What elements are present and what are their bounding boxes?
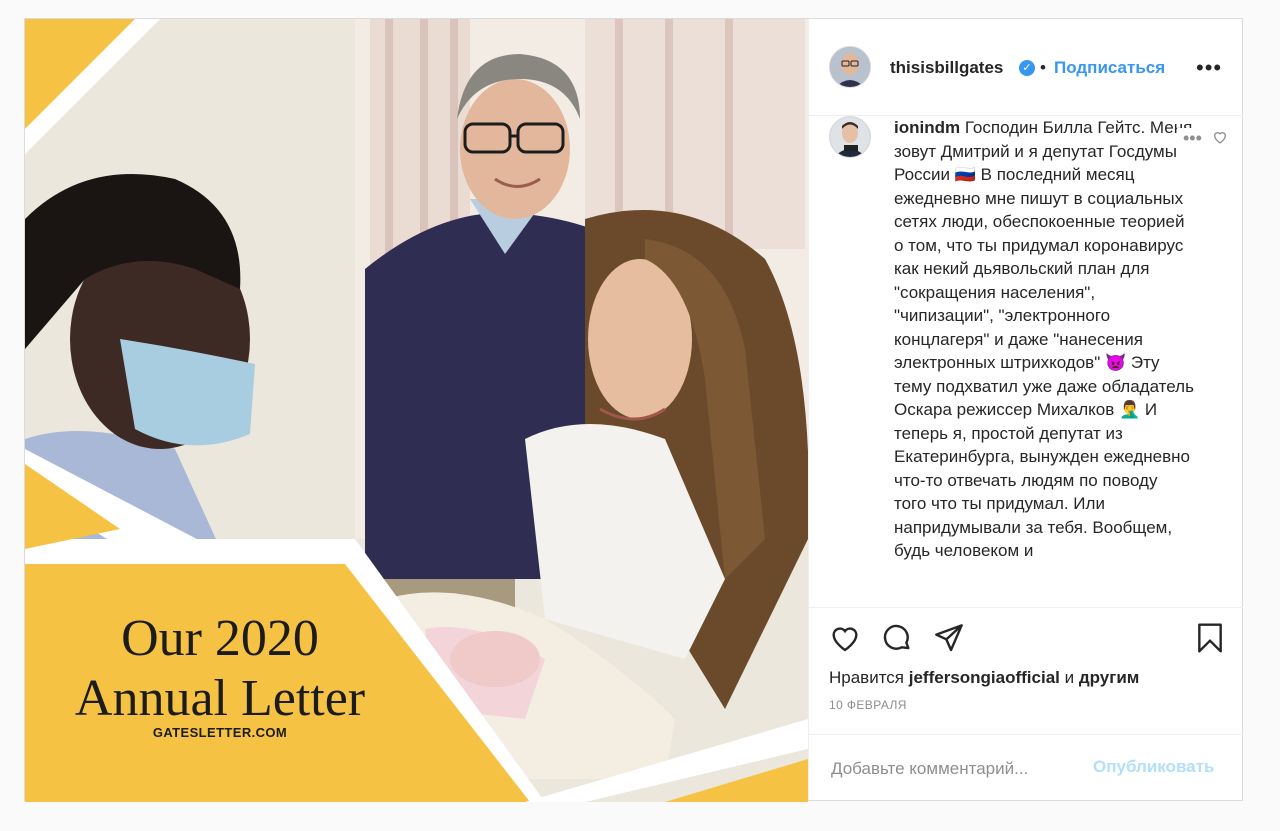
likes-others-link[interactable]: другим: [1079, 668, 1140, 687]
comment-body: ionindm Господин Билла Гейтс. Меня зовут…: [894, 116, 1194, 563]
add-comment-form: Опубликовать: [809, 734, 1243, 802]
like-heart-icon[interactable]: [829, 622, 861, 654]
annual-letter-title-line1: Our 2020: [121, 610, 319, 667]
comment-bubble-icon[interactable]: [881, 622, 913, 654]
likes-summary: Нравится jeffersongiaofficial и другим: [829, 668, 1139, 688]
author-username[interactable]: thisisbillgates: [890, 58, 1003, 78]
commenter-avatar[interactable]: [829, 116, 871, 158]
post-date[interactable]: 10 ФЕВРАЛЯ: [829, 698, 907, 712]
comment-input[interactable]: [829, 755, 1083, 783]
verified-badge-icon: ✓: [1019, 60, 1035, 76]
comment-text: Господин Билла Гейтс. Меня зовут Дмитрий…: [894, 118, 1194, 560]
comment-item: ionindm Господин Билла Гейтс. Меня зовут…: [809, 116, 1243, 606]
likes-user-link[interactable]: jeffersongiaofficial: [909, 668, 1060, 687]
post-header: thisisbillgates ✓ • Подписаться •••: [809, 19, 1243, 116]
likes-and: и: [1064, 668, 1075, 687]
post-sidebar: thisisbillgates ✓ • Подписаться ••• ioni…: [808, 19, 1243, 800]
annual-letter-title: Our 2020 Annual Letter: [55, 609, 385, 729]
comments-list[interactable]: ionindm Господин Билла Гейтс. Меня зовут…: [809, 116, 1243, 606]
likes-prefix: Нравится: [829, 668, 905, 687]
more-options-icon[interactable]: •••: [1196, 55, 1222, 81]
share-paper-plane-icon[interactable]: [933, 622, 965, 654]
commenter-username[interactable]: ionindm: [894, 118, 960, 137]
annual-letter-title-line2: Annual Letter: [74, 670, 366, 727]
comment-like-heart-icon[interactable]: [1212, 129, 1228, 145]
author-avatar-image: [830, 47, 870, 87]
author-avatar[interactable]: [829, 46, 871, 88]
instagram-post: Our 2020 Annual Letter GATESLETTER.COM t…: [24, 18, 1243, 802]
commenter-avatar-image: [830, 117, 870, 157]
save-bookmark-icon[interactable]: [1195, 622, 1225, 654]
annual-letter-url: GATESLETTER.COM: [152, 725, 288, 740]
post-actions: Нравится jeffersongiaofficial и другим 1…: [809, 607, 1243, 801]
post-image[interactable]: Our 2020 Annual Letter GATESLETTER.COM: [25, 19, 808, 802]
follow-button[interactable]: Подписаться: [1054, 58, 1165, 78]
separator-dot: •: [1040, 58, 1046, 77]
publish-button[interactable]: Опубликовать: [1093, 757, 1214, 777]
comment-more-icon[interactable]: •••: [1177, 128, 1208, 149]
